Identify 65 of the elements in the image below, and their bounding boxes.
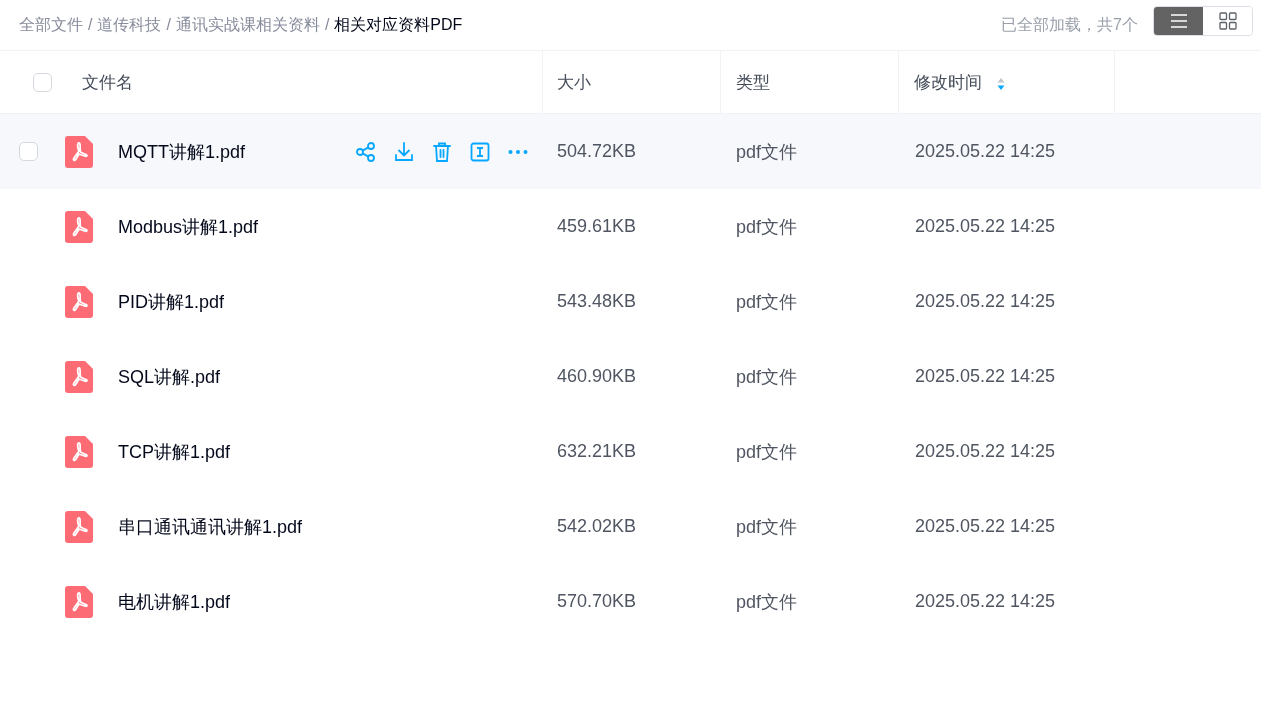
file-type: pdf文件 xyxy=(736,216,798,237)
pdf-file-icon xyxy=(65,510,93,543)
select-all-checkbox[interactable] xyxy=(33,72,52,92)
share-icon[interactable] xyxy=(355,140,377,163)
file-type: pdf文件 xyxy=(736,516,798,537)
pdf-file-icon xyxy=(65,435,93,468)
file-row[interactable]: MQTT讲解1.pdf 504.72KB pdf文件 2025.05.22 14:25 xyxy=(0,114,1261,189)
file-name[interactable]: MQTT讲解1.pdf xyxy=(118,139,355,164)
file-name[interactable]: TCP讲解1.pdf xyxy=(118,439,543,464)
column-header[interactable]: 类型 xyxy=(736,70,770,94)
file-type: pdf文件 xyxy=(736,591,798,612)
trash-icon[interactable] xyxy=(431,140,453,163)
file-type: pdf文件 xyxy=(736,291,798,312)
sort-icon[interactable] xyxy=(997,76,1005,91)
file-name[interactable]: Modbus讲解1.pdf xyxy=(118,214,543,239)
pdf-file-icon xyxy=(65,360,93,393)
download-icon[interactable] xyxy=(393,140,415,163)
load-status: 已全部加载，共7个 xyxy=(1001,14,1138,35)
file-size: 542.02KB xyxy=(557,516,637,536)
file-name[interactable]: 串口通讯通讯讲解1.pdf xyxy=(118,514,543,539)
column-header[interactable]: 文件名 xyxy=(82,70,133,94)
file-type: pdf文件 xyxy=(736,366,798,387)
view-toggle[interactable] xyxy=(1153,5,1253,36)
file-row[interactable]: SQL讲解.pdf 460.90KB pdf文件 2025.05.22 14:25 xyxy=(0,339,1261,414)
column-header[interactable]: 修改时间 xyxy=(914,70,982,94)
grid-icon xyxy=(1218,11,1237,30)
file-size: 460.90KB xyxy=(557,366,637,386)
pdf-file-icon xyxy=(65,285,93,318)
modified-time: 2025.05.22 14:25 xyxy=(915,441,1056,461)
file-size: 543.48KB xyxy=(557,291,637,311)
file-size: 459.61KB xyxy=(557,216,637,236)
pdf-file-icon xyxy=(65,210,93,243)
breadcrumb-link[interactable]: 通讯实战课相关资料 xyxy=(175,14,320,36)
row-checkbox[interactable] xyxy=(19,142,38,161)
pdf-file-icon xyxy=(65,585,93,618)
file-size: 570.70KB xyxy=(557,591,637,611)
list-icon xyxy=(1169,13,1188,28)
modified-time: 2025.05.22 14:25 xyxy=(915,291,1056,311)
file-row[interactable]: 电机讲解1.pdf 570.70KB pdf文件 2025.05.22 14:25 xyxy=(0,564,1261,639)
file-type: pdf文件 xyxy=(736,441,798,462)
rename-icon[interactable] xyxy=(469,140,491,163)
file-row[interactable]: TCP讲解1.pdf 632.21KB pdf文件 2025.05.22 14:25 xyxy=(0,414,1261,489)
file-name[interactable]: PID讲解1.pdf xyxy=(118,289,543,314)
breadcrumb-separator: / xyxy=(166,16,171,34)
modified-time: 2025.05.22 14:25 xyxy=(915,216,1056,236)
modified-time: 2025.05.22 14:25 xyxy=(915,141,1056,161)
file-row[interactable]: 串口通讯通讯讲解1.pdf 542.02KB pdf文件 2025.05.22 14:25 xyxy=(0,489,1261,564)
file-size: 632.21KB xyxy=(557,441,637,461)
file-name[interactable]: 电机讲解1.pdf xyxy=(118,589,543,614)
breadcrumb-separator: / xyxy=(324,16,330,34)
file-type: pdf文件 xyxy=(736,141,798,162)
breadcrumb-separator: / xyxy=(88,16,93,34)
breadcrumb-link[interactable]: 全部文件 xyxy=(19,14,83,36)
pdf-file-icon xyxy=(65,135,93,168)
modified-time: 2025.05.22 14:25 xyxy=(915,366,1056,386)
current-folder[interactable]: 相关对应资料PDF xyxy=(334,14,463,36)
breadcrumb-link[interactable]: 道传科技 xyxy=(97,14,162,36)
file-row[interactable]: PID讲解1.pdf 543.48KB pdf文件 2025.05.22 14:25 xyxy=(0,264,1261,339)
modified-time: 2025.05.22 14:25 xyxy=(915,516,1056,536)
list-view-button[interactable] xyxy=(1154,6,1203,35)
file-size: 504.72KB xyxy=(557,141,637,161)
column-header[interactable]: 大小 xyxy=(557,70,591,94)
modified-time: 2025.05.22 14:25 xyxy=(915,591,1056,611)
file-name[interactable]: SQL讲解.pdf xyxy=(118,364,543,389)
file-row[interactable]: Modbus讲解1.pdf 459.61KB pdf文件 2025.05.22 14:25 xyxy=(0,189,1261,264)
